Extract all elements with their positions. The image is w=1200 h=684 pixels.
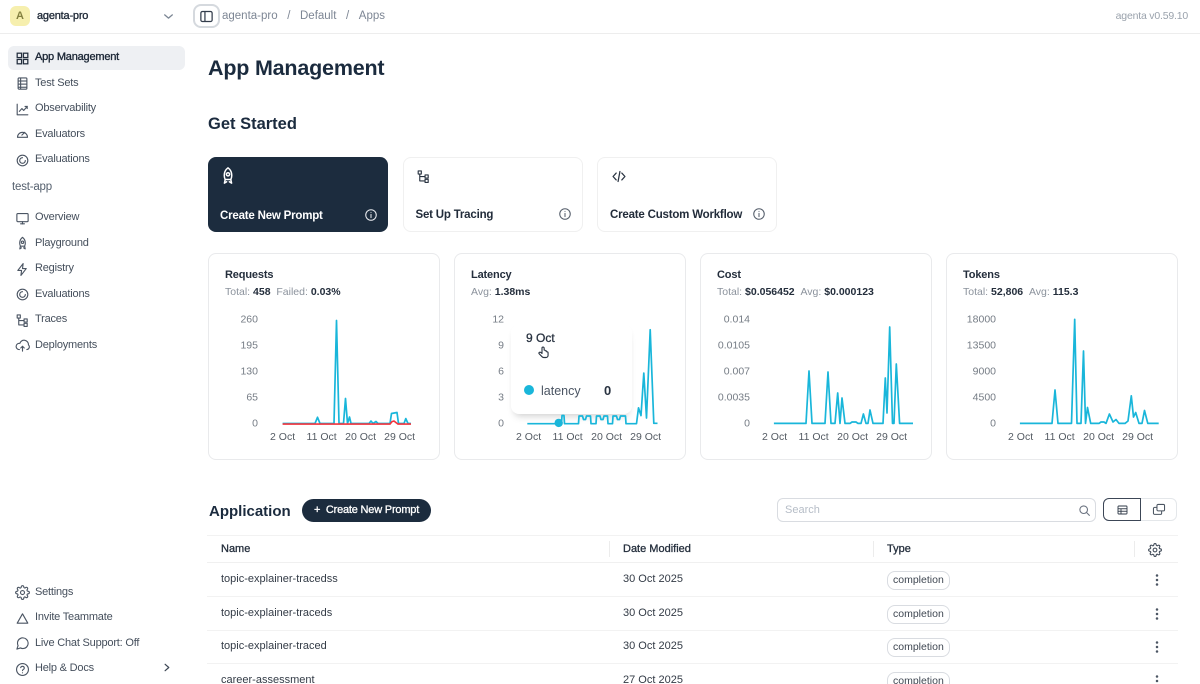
svg-text:9: 9	[498, 340, 504, 352]
svg-text:20 Oct: 20 Oct	[591, 431, 622, 443]
svg-text:0: 0	[744, 418, 750, 430]
svg-text:0: 0	[252, 418, 258, 430]
svg-text:2 Oct: 2 Oct	[762, 431, 787, 443]
svg-text:195: 195	[240, 340, 258, 352]
svg-text:29 Oct: 29 Oct	[1122, 431, 1153, 443]
svg-text:260: 260	[240, 314, 258, 326]
svg-text:20 Oct: 20 Oct	[345, 431, 376, 443]
svg-text:18000: 18000	[967, 314, 996, 326]
svg-text:0.0035: 0.0035	[718, 392, 750, 404]
svg-text:11 Oct: 11 Oct	[1045, 431, 1075, 443]
svg-text:4500: 4500	[973, 392, 997, 404]
svg-text:29 Oct: 29 Oct	[384, 431, 415, 443]
svg-text:2 Oct: 2 Oct	[1008, 431, 1033, 443]
svg-text:2 Oct: 2 Oct	[270, 431, 295, 443]
svg-text:13500: 13500	[967, 340, 996, 352]
svg-text:65: 65	[246, 392, 258, 404]
svg-text:11 Oct: 11 Oct	[799, 431, 829, 443]
svg-text:3: 3	[498, 392, 504, 404]
svg-text:6: 6	[498, 366, 504, 378]
svg-text:29 Oct: 29 Oct	[630, 431, 661, 443]
svg-text:9000: 9000	[973, 366, 997, 378]
svg-text:11 Oct: 11 Oct	[553, 431, 583, 443]
svg-text:20 Oct: 20 Oct	[1083, 431, 1114, 443]
svg-text:12: 12	[492, 314, 504, 326]
svg-text:0: 0	[498, 418, 504, 430]
svg-text:130: 130	[240, 366, 258, 378]
svg-text:0.007: 0.007	[724, 366, 750, 378]
svg-text:0.0105: 0.0105	[718, 340, 750, 352]
svg-text:2 Oct: 2 Oct	[516, 431, 541, 443]
svg-text:0: 0	[990, 418, 996, 430]
svg-text:29 Oct: 29 Oct	[876, 431, 907, 443]
svg-text:20 Oct: 20 Oct	[837, 431, 868, 443]
svg-text:0.014: 0.014	[724, 314, 750, 326]
svg-text:11 Oct: 11 Oct	[307, 431, 337, 443]
